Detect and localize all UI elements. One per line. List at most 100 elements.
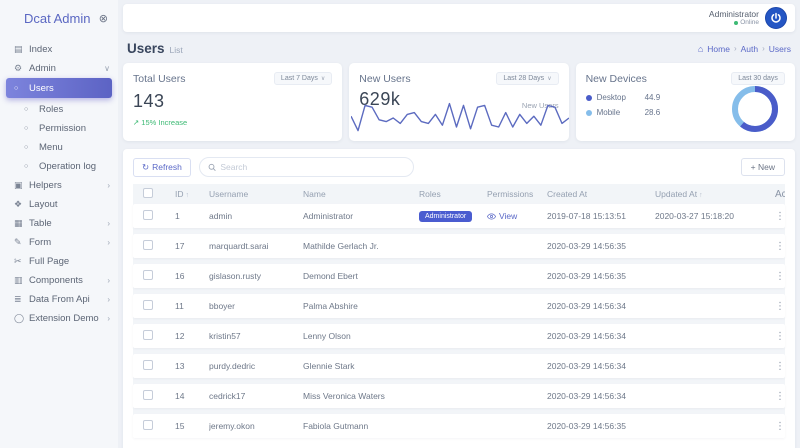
chevron-right-icon: › [107, 219, 110, 228]
row-actions-button[interactable]: ⋮ [775, 331, 785, 342]
view-permissions-link[interactable]: View [487, 211, 547, 221]
sidebar-item-operation-log[interactable]: ○ Operation log [0, 157, 118, 175]
breadcrumb-auth[interactable]: Auth [741, 44, 759, 54]
table-row: 14 cedrick17 Miss Veronica Waters 2020-0… [133, 384, 785, 408]
sidebar-item-label: Data From Api [29, 294, 107, 305]
sidebar-item-form[interactable]: ✎ Form › [0, 233, 118, 251]
row-actions-button[interactable]: ⋮ [775, 391, 785, 402]
sidebar-item-data-from-api[interactable]: ≣ Data From Api › [0, 290, 118, 308]
cell-username: jeremy.okon [209, 421, 303, 431]
column-username: Username [209, 189, 303, 199]
users-grid-card: ↻ Refresh + New ID↑ Username Name Roles … [123, 149, 795, 448]
grid-toolbar: ↻ Refresh + New [133, 155, 785, 184]
brand-name: Dcat Admin [24, 11, 99, 26]
row-checkbox[interactable] [143, 420, 153, 430]
range-dropdown[interactable]: Last 7 Days∨ [274, 72, 332, 85]
row-checkbox[interactable] [143, 360, 153, 370]
online-status-text: Online [740, 19, 759, 26]
row-actions-button[interactable]: ⋮ [775, 421, 785, 432]
row-actions-button[interactable]: ⋮ [775, 361, 785, 372]
eye-icon [487, 212, 496, 221]
sidebar-item-label: Admin [29, 63, 104, 74]
row-checkbox[interactable] [143, 270, 153, 280]
row-actions-button[interactable]: ⋮ [775, 271, 785, 282]
sidebar-item-admin[interactable]: ⚙ Admin ∨ [0, 59, 118, 77]
legend-value: 28.6 [645, 108, 661, 117]
card-title: Total Users [133, 73, 186, 85]
cell-created-at: 2020-03-29 14:56:35 [547, 241, 655, 251]
sidebar-item-label: Extension Demo [29, 313, 107, 324]
cell-name: Mathilde Gerlach Jr. [303, 241, 419, 251]
components-icon: ▥ [14, 275, 29, 286]
breadcrumb-home[interactable]: Home [707, 44, 730, 54]
breadcrumb: ⌂ Home › Auth › Users [698, 44, 791, 54]
caret-down-icon: ∨ [547, 76, 551, 82]
sidebar-item-index[interactable]: ▤ Index [0, 40, 118, 58]
row-checkbox[interactable] [143, 300, 153, 310]
users-table: ID↑ Username Name Roles Permissions Crea… [133, 184, 785, 438]
row-checkbox[interactable] [143, 330, 153, 340]
cell-name: Palma Abshire [303, 301, 419, 311]
stat-cards: Total Users Last 7 Days∨ 143 ↗15% Increa… [123, 63, 795, 141]
cell-id: 17 [175, 241, 209, 251]
select-all-checkbox[interactable] [143, 188, 153, 198]
table-row: 11 bboyer Palma Abshire 2020-03-29 14:56… [133, 294, 785, 318]
user-info[interactable]: Administrator Online [709, 10, 759, 26]
sidebar-item-label: Full Page [29, 256, 110, 267]
sidebar-item-table[interactable]: ▦ Table › [0, 214, 118, 232]
column-id[interactable]: ID↑ [175, 189, 209, 199]
chevron-right-icon: › [107, 181, 110, 190]
gear-icon: ⚙ [14, 63, 29, 74]
sidebar-item-roles[interactable]: ○ Roles [0, 100, 118, 118]
refresh-icon: ↻ [142, 162, 149, 173]
row-checkbox[interactable] [143, 390, 153, 400]
sidebar-item-permission[interactable]: ○ Permission [0, 119, 118, 137]
column-created-at: Created At [547, 189, 655, 199]
layout-icon: ❖ [14, 199, 29, 210]
breadcrumb-users[interactable]: Users [769, 44, 791, 54]
cell-id: 15 [175, 421, 209, 431]
sidebar-item-components[interactable]: ▥ Components › [0, 271, 118, 289]
sidebar-item-layout[interactable]: ❖ Layout [0, 195, 118, 213]
main-content: Administrator Online Users List ⌂ Home ›… [118, 0, 800, 448]
table-row: 16 gislason.rusty Demond Ebert 2020-03-2… [133, 264, 785, 288]
page-title: Users [127, 41, 165, 56]
legend-label: Desktop [597, 93, 645, 102]
role-badge[interactable]: Administrator [419, 211, 472, 222]
new-button[interactable]: + New [741, 158, 785, 176]
sidebar-item-menu[interactable]: ○ Menu [0, 138, 118, 156]
row-checkbox[interactable] [143, 210, 153, 220]
sidebar: Dcat Admin ⊗ ▤ Index ⚙ Admin ∨ ○ Users ○… [0, 0, 118, 448]
column-updated-at[interactable]: Updated At↑ [655, 189, 775, 199]
search-box[interactable] [199, 157, 414, 177]
cell-id: 11 [175, 301, 209, 311]
cell-updated-at: 2020-03-27 15:18:20 [655, 211, 775, 221]
cell-username: kristin57 [209, 331, 303, 341]
range-label: Last 30 days [738, 75, 778, 82]
row-checkbox[interactable] [143, 240, 153, 250]
sidebar-item-full-page[interactable]: ✂ Full Page [0, 252, 118, 270]
new-devices-card: New Devices Last 30 days Desktop 44.9 Mo… [576, 63, 795, 141]
view-label: View [499, 211, 517, 221]
sidebar-item-helpers[interactable]: ▣ Helpers › [0, 176, 118, 194]
table-icon: ▦ [14, 218, 29, 229]
breadcrumb-separator: › [734, 44, 737, 53]
sidebar-collapse-icon[interactable]: ⊗ [99, 12, 108, 25]
circle-icon: ○ [24, 163, 39, 170]
cell-id: 13 [175, 361, 209, 371]
page-subtitle: List [170, 45, 183, 55]
top-navbar: Administrator Online [123, 4, 795, 32]
row-actions-button[interactable]: ⋮ [775, 211, 785, 222]
sidebar-item-extension-demo[interactable]: ◯ Extension Demo › [0, 309, 118, 327]
avatar[interactable] [765, 7, 787, 29]
sidebar-item-users[interactable]: ○ Users [6, 78, 112, 98]
legend-value: 44.9 [645, 93, 661, 102]
helpers-icon: ▣ [14, 180, 29, 191]
refresh-button[interactable]: ↻ Refresh [133, 158, 191, 177]
row-actions-button[interactable]: ⋮ [775, 241, 785, 252]
row-actions-button[interactable]: ⋮ [775, 301, 785, 312]
index-chart-icon: ▤ [14, 44, 29, 55]
range-dropdown[interactable]: Last 28 Days∨ [496, 72, 558, 85]
search-input[interactable] [220, 162, 405, 172]
total-users-card: Total Users Last 7 Days∨ 143 ↗15% Increa… [123, 63, 342, 141]
